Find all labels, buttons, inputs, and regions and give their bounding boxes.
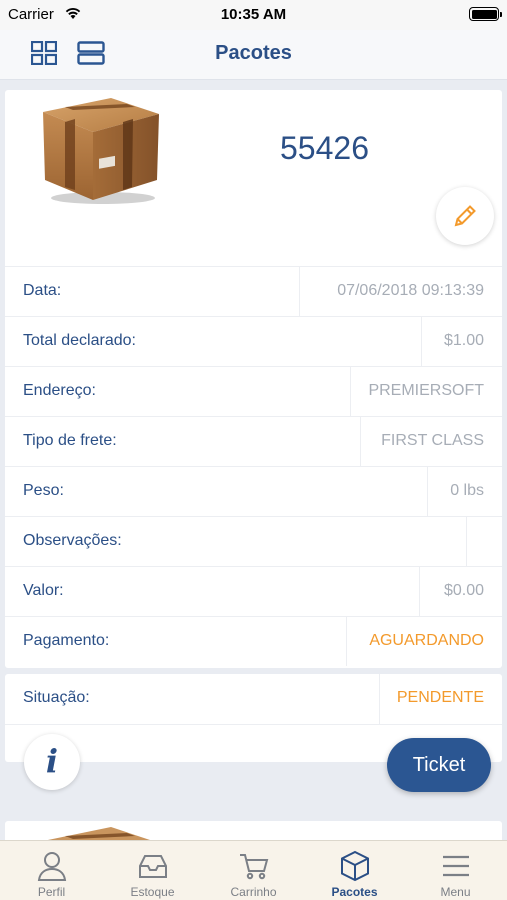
tab-carrinho[interactable]: Carrinho — [203, 841, 304, 900]
pencil-icon — [454, 205, 476, 227]
detail-row-address: Endereço: PREMIERSOFT — [5, 366, 502, 416]
inbox-icon — [139, 855, 167, 878]
detail-row-shipping-type: Tipo de frete: FIRST CLASS — [5, 416, 502, 466]
clock: 10:35 AM — [220, 6, 287, 23]
box-icon — [341, 850, 369, 882]
notes-label: Observações: — [23, 532, 122, 549]
payment-status-value: AGUARDANDO — [369, 632, 484, 649]
declared-total-value: $1.00 — [443, 332, 484, 349]
package-number: 55426 — [280, 130, 369, 166]
package-box-image — [43, 98, 159, 204]
tab-label-perfil: Perfil — [37, 885, 66, 899]
status-label: Situação: — [23, 689, 90, 706]
detail-row-date: Data: 07/06/2018 09:13:39 — [5, 266, 502, 316]
weight-label: Peso: — [23, 482, 64, 499]
page-title: Pacotes — [215, 42, 292, 64]
battery-icon — [469, 7, 502, 21]
navigation-bar: Pacotes — [0, 30, 507, 80]
status-bar: Carrier 10:35 AM — [0, 0, 507, 30]
edit-button[interactable] — [436, 187, 494, 245]
tab-perfil[interactable]: Perfil — [1, 841, 102, 900]
person-icon — [37, 852, 67, 881]
tab-pacotes[interactable]: Pacotes — [304, 841, 405, 900]
info-icon: i — [45, 742, 59, 780]
tab-label-estoque: Estoque — [130, 885, 175, 899]
tab-estoque[interactable]: Estoque — [102, 841, 203, 900]
detail-row-weight: Peso: 0 lbs — [5, 466, 502, 516]
detail-row-value: Valor: $0.00 — [5, 566, 502, 616]
payment-label: Pagamento: — [23, 632, 110, 649]
address-value: PREMIERSOFT — [368, 382, 484, 399]
weight-value: 0 lbs — [450, 482, 484, 499]
tab-label-menu: Menu — [440, 885, 471, 899]
info-button[interactable]: i — [24, 734, 80, 790]
package-card-next[interactable] — [5, 821, 502, 841]
detail-row-payment: Pagamento: AGUARDANDO — [5, 616, 502, 666]
value-label: Valor: — [23, 582, 64, 599]
package-card: 55426 Data: 07/06/2018 09:13:39 Total de… — [5, 90, 502, 668]
shipping-type-value: FIRST CLASS — [381, 432, 484, 449]
tab-label-pacotes: Pacotes — [331, 885, 378, 899]
status-value: PENDENTE — [396, 689, 484, 706]
cart-icon — [240, 854, 269, 880]
tab-label-carrinho: Carrinho — [230, 885, 277, 899]
declared-total-label: Total declarado: — [23, 332, 136, 349]
detail-row-status: Situação: PENDENTE — [5, 674, 502, 724]
detail-row-declared-total: Total declarado: $1.00 — [5, 316, 502, 366]
detail-row-notes: Observações: — [5, 516, 502, 566]
ticket-button[interactable]: Ticket — [387, 738, 491, 792]
shipping-type-label: Tipo de frete: — [23, 432, 117, 449]
address-label: Endereço: — [23, 382, 96, 399]
menu-icon — [443, 855, 469, 877]
tab-bar: Perfil Estoque Carrinho Pacotes Menu — [0, 840, 507, 900]
value-amount: $0.00 — [443, 582, 484, 599]
tab-menu[interactable]: Menu — [405, 841, 506, 900]
date-value: 07/06/2018 09:13:39 — [337, 282, 484, 299]
date-label: Data: — [23, 282, 62, 299]
package-list[interactable]: 55426 Data: 07/06/2018 09:13:39 Total de… — [0, 81, 507, 841]
package-box-image — [43, 827, 153, 841]
